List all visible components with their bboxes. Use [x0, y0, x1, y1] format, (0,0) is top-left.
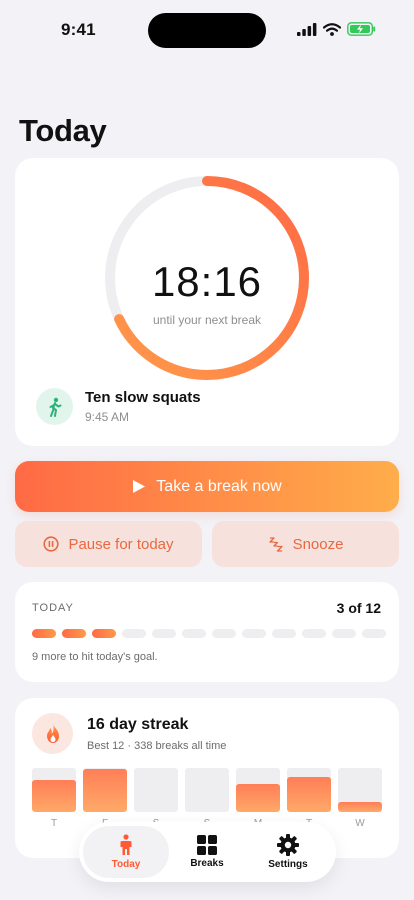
gear-icon [277, 834, 299, 856]
dynamic-island [148, 13, 266, 48]
countdown-caption: until your next break [152, 313, 262, 327]
streak-day-bar-track [134, 768, 178, 812]
progress-segment-empty [212, 629, 236, 638]
streak-day-bar-fill [338, 802, 382, 812]
today-goal-note: 9 more to hit today's goal. [32, 651, 158, 663]
streak-day-bar-track [338, 768, 382, 812]
streak-day-bar-track [32, 768, 76, 812]
play-icon [133, 480, 146, 493]
progress-segment-empty [182, 629, 206, 638]
today-progress-card: TODAY 3 of 12 9 more to hit today's goal… [15, 582, 399, 682]
tab-bar: Today Breaks Settings [79, 822, 336, 882]
countdown-timer: 18:16 [151, 258, 263, 305]
streak-day-bar-fill [83, 768, 127, 812]
progress-segment-empty [242, 629, 266, 638]
streak-day-label: T [50, 818, 58, 829]
streak-day-column: F [83, 768, 127, 829]
streak-day-bar-fill [236, 783, 280, 812]
status-icons [297, 22, 376, 36]
pause-circle-icon [43, 536, 60, 552]
tab-today[interactable]: Today [83, 826, 169, 878]
snooze-label: Snooze [292, 535, 344, 553]
streak-title: 16 day streak [87, 716, 189, 733]
tab-breaks[interactable]: Breaks [164, 826, 250, 878]
page-title: Today [19, 113, 107, 148]
progress-segment-empty [362, 629, 386, 638]
streak-day-bar-track [236, 768, 280, 812]
streak-week-bars: TFSSMTW [32, 768, 382, 829]
flame-icon [32, 713, 73, 754]
streak-day-bar-fill [287, 776, 331, 812]
status-bar: 9:41 [0, 0, 414, 60]
streak-day-label: W [355, 818, 365, 829]
streak-day-column: T [32, 768, 76, 829]
progress-segment-empty [332, 629, 356, 638]
snooze-button[interactable]: Snooze [212, 521, 399, 567]
streak-day-column: M [236, 768, 280, 829]
today-label: TODAY [32, 602, 74, 614]
today-progress-segments [32, 629, 386, 638]
person-icon [120, 834, 132, 855]
streak-subtitle: Best 12 · 338 breaks all time [87, 740, 227, 752]
next-break-time: 9:45 AM [85, 410, 130, 424]
countdown-ring: 18:16 until your next break [103, 174, 311, 382]
streak-day-column: W [338, 768, 382, 829]
streak-day-column: S [185, 768, 229, 829]
tab-settings[interactable]: Settings [245, 826, 331, 878]
next-break-title: Ten slow squats [85, 389, 201, 406]
streak-day-column: S [134, 768, 178, 829]
streak-day-bar-track [287, 768, 331, 812]
pause-for-today-button[interactable]: Pause for today [15, 521, 202, 567]
tab-settings-label: Settings [268, 859, 308, 870]
progress-segment-empty [122, 629, 146, 638]
streak-day-column: T [287, 768, 331, 829]
progress-segment-empty [302, 629, 326, 638]
tab-breaks-label: Breaks [190, 858, 224, 869]
progress-segment-empty [272, 629, 296, 638]
progress-segment-done [62, 629, 86, 638]
battery-charging-icon [347, 22, 376, 36]
take-break-button[interactable]: Take a break now [15, 461, 399, 512]
progress-segment-done [32, 629, 56, 638]
pause-label: Pause for today [68, 535, 174, 553]
streak-day-bar-track [83, 768, 127, 812]
streak-day-bar-fill [32, 780, 76, 812]
progress-segment-done [92, 629, 116, 638]
tab-today-label: Today [111, 859, 141, 870]
walking-person-icon [36, 388, 73, 425]
take-break-label: Take a break now [156, 477, 282, 495]
zzz-icon [268, 537, 283, 552]
progress-segment-empty [152, 629, 176, 638]
streak-day-bar-track [185, 768, 229, 812]
wifi-icon [323, 22, 341, 36]
cellular-signal-icon [297, 22, 317, 36]
status-time: 9:41 [61, 20, 96, 39]
today-count: 3 of 12 [336, 600, 381, 616]
grid-icon [197, 835, 217, 855]
timer-card: 18:16 until your next break Ten slow squ… [15, 158, 399, 446]
